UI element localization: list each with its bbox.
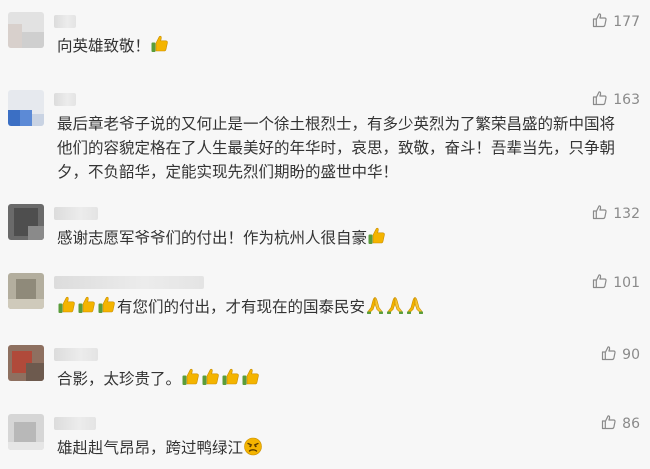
thumbs-up-emoji [181, 367, 201, 394]
nickname-blurred [54, 348, 98, 361]
like-button[interactable]: 86 [601, 414, 640, 434]
thumbs-up-outline-icon [592, 90, 608, 110]
folded-hands-emoji [405, 295, 425, 322]
like-count: 132 [613, 206, 640, 222]
angry-face-emoji [243, 436, 263, 463]
comment-text-segment: 向英雄致敬！ [57, 37, 151, 55]
comment-text: 最后章老爷子说的又何止是一个徐土根烈士，有多少英烈为了繁荣昌盛的新中国将 他们的… [57, 112, 637, 184]
like-count: 163 [613, 92, 640, 108]
thumbs-up-outline-icon [592, 12, 608, 32]
like-button[interactable]: 177 [592, 12, 640, 32]
like-count: 90 [622, 347, 640, 363]
thumbs-up-outline-icon [592, 273, 608, 293]
comment-text: 合影，太珍贵了。 [57, 367, 637, 394]
like-count: 101 [613, 275, 640, 291]
nickname-blurred [54, 417, 96, 430]
avatar[interactable] [8, 345, 44, 381]
comment-text-segment: 感谢志愿军爷爷们的付出！作为杭州人很自豪 [57, 229, 368, 247]
nickname-blurred [54, 276, 204, 289]
avatar[interactable] [8, 90, 44, 126]
comment-text-segment: 最后章老爷子说的又何止是一个徐土根烈士，有多少英烈为了繁荣昌盛的新中国将 他们的… [57, 115, 616, 181]
like-button[interactable]: 101 [592, 273, 640, 293]
nickname-blurred [54, 93, 76, 106]
thumbs-up-outline-icon [601, 345, 617, 365]
comment-text: 雄赳赳气昂昂，跨过鸭绿江 [57, 436, 637, 463]
thumbs-up-emoji [221, 367, 241, 394]
thumbs-up-emoji [150, 34, 170, 61]
comment-text: 感谢志愿军爷爷们的付出！作为杭州人很自豪 [57, 226, 637, 253]
nickname-blurred [54, 207, 98, 220]
avatar[interactable] [8, 273, 44, 309]
thumbs-up-emoji [97, 295, 117, 322]
comment-text-segment: 有您们的付出，才有现在的国泰民安 [117, 298, 366, 316]
thumbs-up-emoji [241, 367, 261, 394]
like-count: 86 [622, 416, 640, 432]
thumbs-up-emoji [77, 295, 97, 322]
nickname-blurred [54, 15, 76, 28]
like-count: 177 [613, 14, 640, 30]
like-button[interactable]: 163 [592, 90, 640, 110]
like-button[interactable]: 132 [592, 204, 640, 224]
folded-hands-emoji [365, 295, 385, 322]
avatar[interactable] [8, 12, 44, 48]
comment-text: 向英雄致敬！ [57, 34, 637, 61]
like-button[interactable]: 90 [601, 345, 640, 365]
thumbs-up-emoji [201, 367, 221, 394]
comment-text: 有您们的付出，才有现在的国泰民安 [57, 295, 637, 322]
comment-text-segment: 雄赳赳气昂昂，跨过鸭绿江 [57, 439, 244, 457]
thumbs-up-emoji [57, 295, 77, 322]
thumbs-up-outline-icon [601, 414, 617, 434]
comment-feed: 向英雄致敬！ 177 最后章老爷子说的又何止是一个徐土根烈士，有多少英烈为了繁荣… [0, 0, 650, 469]
thumbs-up-emoji [367, 226, 387, 253]
avatar[interactable] [8, 204, 44, 240]
thumbs-up-outline-icon [592, 204, 608, 224]
folded-hands-emoji [385, 295, 405, 322]
comment-text-segment: 合影，太珍贵了。 [57, 370, 182, 388]
avatar[interactable] [8, 414, 44, 450]
